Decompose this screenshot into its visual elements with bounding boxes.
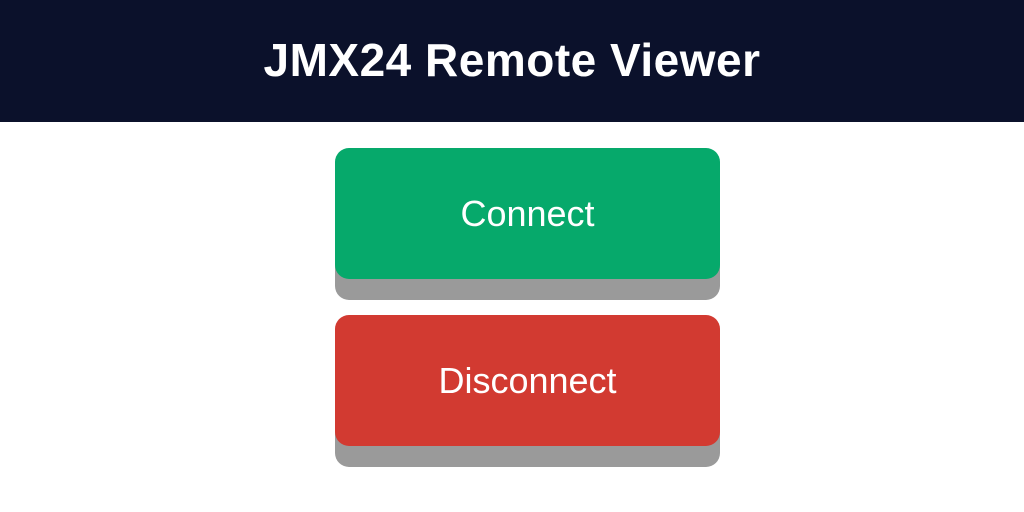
page-title: JMX24 Remote Viewer [263, 34, 761, 86]
header-bar: JMX24 Remote Viewer [0, 0, 1024, 122]
connect-button-container: Connect [335, 148, 720, 300]
disconnect-button-container: Disconnect [335, 315, 720, 467]
connect-button[interactable]: Connect [335, 148, 720, 279]
app-window: JMX24 Remote Viewer Connect Disconnect [0, 0, 1024, 512]
disconnect-button[interactable]: Disconnect [335, 315, 720, 446]
